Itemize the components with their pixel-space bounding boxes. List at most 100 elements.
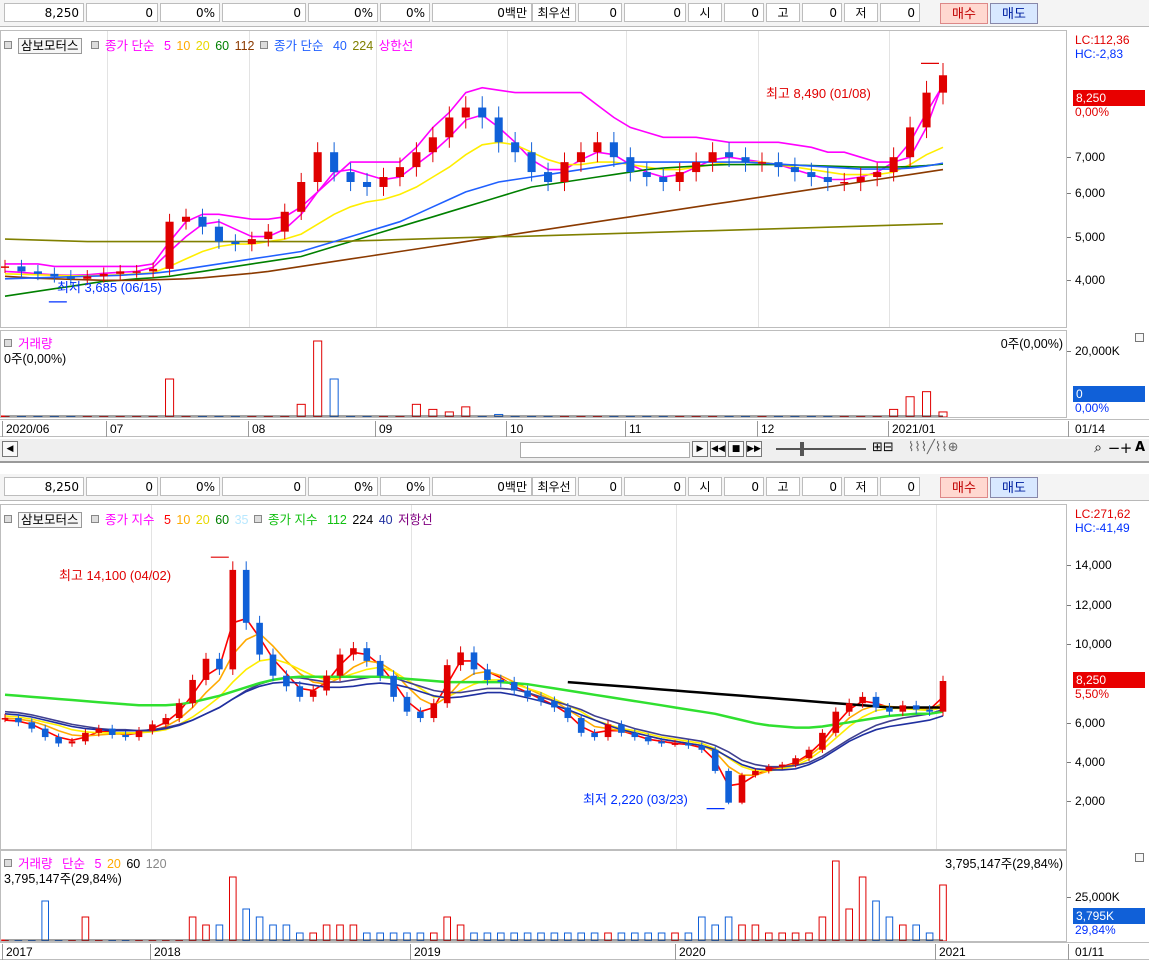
ma-period-112: 112 (234, 39, 255, 53)
legend-toggle-icon[interactable] (4, 41, 12, 49)
ma-line-112 (4, 168, 944, 282)
sell-button[interactable]: 매도 (990, 477, 1038, 498)
candle-body (403, 696, 411, 712)
ma-toggle-icon[interactable] (91, 41, 99, 49)
chart-window-top: 8,250 0 0% 0 0% 0% 0백만 최우선 0 0 시 0 고 0 저… (0, 0, 1149, 463)
scroll-left-icon[interactable]: ◀ (2, 441, 18, 457)
volume-toggle-icon[interactable] (4, 859, 12, 867)
low-annotation: 최저 3,685 (06/15) (57, 280, 162, 295)
stock-name[interactable]: 삼보모터스 (18, 512, 82, 528)
upper-band-label: 상한선 (378, 39, 414, 53)
volume-value: 0주(0,00%) (4, 352, 67, 366)
volume-toggle-icon[interactable] (4, 339, 12, 347)
candle-body (350, 648, 357, 655)
candle-body (765, 766, 773, 771)
candle-body (15, 718, 22, 723)
zoom-slider[interactable] (776, 448, 866, 450)
close-pane-icon[interactable] (1135, 333, 1144, 342)
drawing-tools-icons[interactable]: ⌇⌇⌇╱⌇⌇⊕ (908, 441, 1028, 457)
best-bid-cell: 0 (624, 477, 686, 496)
candle-body (497, 679, 505, 683)
volume-pane[interactable]: 거래량 단순 5 20 60 120 3,795,147주(29,84%) 3,… (0, 850, 1067, 942)
candle-body (309, 690, 317, 697)
buy-button[interactable]: 매수 (940, 477, 988, 498)
hc-value: HC:-2,83 (1075, 47, 1124, 61)
open-label: 시 (688, 3, 722, 22)
close-pane-icon[interactable] (1135, 853, 1144, 862)
ma-period-224: 224 (352, 513, 374, 527)
candle-body (774, 162, 783, 168)
low-cell: 0 (880, 477, 920, 496)
sell-button[interactable]: 매도 (990, 3, 1038, 24)
candle-body (856, 177, 865, 182)
ma-toggle-icon[interactable] (91, 515, 99, 523)
volume-ma-60: 60 (126, 857, 141, 871)
ma-line-20 (4, 141, 944, 277)
ma-period-20: 20 (195, 39, 210, 53)
price-axis[interactable]: LC:271,62 HC:-41,49 14,000 12,000 10,000… (1066, 504, 1149, 850)
best-ask-cell: 0 (578, 477, 622, 496)
play-icon[interactable]: ▶ (692, 441, 708, 457)
volume-bar (697, 916, 706, 941)
stock-name[interactable]: 삼보모터스 (18, 38, 82, 54)
chart-tools-icons[interactable]: ⊞⊟ (872, 441, 894, 457)
candle-body (938, 75, 948, 93)
candle-body (95, 728, 103, 733)
forward-icon[interactable]: ▶▶ (746, 441, 762, 457)
candle-body (202, 658, 210, 680)
y-tick: 10,000 (1067, 637, 1112, 651)
candle-body (708, 152, 717, 163)
change-pct-cell: 0% (160, 3, 220, 22)
price-axis[interactable]: LC:112,36 HC:-2,83 7,000 6,000 5,000 4,0… (1066, 30, 1149, 328)
legend-toggle-icon[interactable] (4, 515, 12, 523)
price-tag: 8,250 (1073, 672, 1145, 688)
lc-value: LC:271,62 (1075, 507, 1131, 521)
ma-b-toggle-icon[interactable] (253, 515, 262, 523)
font-size-icon[interactable]: A (1132, 441, 1148, 457)
candle-body (181, 216, 191, 222)
volume-bar (81, 916, 90, 941)
volume-bar (411, 403, 421, 417)
search-icon[interactable]: ⌕ (1090, 441, 1106, 457)
ma-period-10: 10 (176, 39, 191, 53)
y-tick: 4,000 (1067, 273, 1106, 287)
y-tick: 6,000 (1067, 186, 1106, 200)
high-cell: 0 (802, 3, 842, 22)
stop-icon[interactable]: ■ (728, 441, 744, 457)
rewind-icon[interactable]: ◀◀ (710, 441, 726, 457)
chart-toolbar: ◀ ▶ ◀◀ ■ ▶▶ ⊞⊟ ⌇⌇⌇╱⌇⌇⊕ ⌕ − + A (0, 439, 1149, 463)
candle-body (899, 705, 907, 712)
volume-bar (336, 924, 344, 941)
y-tick: 4,000 (1067, 755, 1106, 769)
candle-body (231, 241, 240, 245)
candle-body (50, 273, 59, 277)
candle-body (417, 711, 424, 719)
scrollbar-thumb[interactable] (520, 442, 690, 458)
price-pane[interactable]: 삼보모터스 종가 지수 5 10 20 60 35 종가 지수 112 224 … (0, 504, 1067, 850)
volume-bar (751, 924, 760, 941)
volume-bar (711, 924, 720, 941)
candle-body (644, 737, 652, 742)
vol-pct-cell: 0% (308, 3, 378, 22)
candle-body (108, 728, 116, 735)
price-pane[interactable]: 삼보모터스 종가 단순 5 10 20 60 112 종가 단순 40 224 … (0, 30, 1067, 328)
candle-body (752, 770, 759, 776)
candle-body (457, 652, 464, 666)
ma-period-60: 60 (215, 513, 230, 527)
volume-bar (724, 916, 733, 941)
candle-body (264, 231, 273, 240)
volume-pane[interactable]: 거래량 0주(0,00%) 0주(0,00%) (0, 330, 1067, 418)
buy-button[interactable]: 매수 (940, 3, 988, 24)
candle-body (428, 137, 437, 153)
candle-body (214, 226, 223, 242)
open-cell: 0 (724, 3, 764, 22)
candle-body (41, 728, 49, 738)
date-label: 2021/01 (888, 421, 935, 437)
scrollbar-track[interactable] (20, 444, 520, 454)
zoom-slider-handle[interactable] (800, 442, 804, 456)
best-bid-cell: 0 (624, 3, 686, 22)
candle-body (576, 152, 586, 163)
candle-body (873, 172, 882, 178)
ma-period-5: 5 (163, 39, 171, 53)
ma-b-toggle-icon[interactable] (260, 41, 268, 49)
